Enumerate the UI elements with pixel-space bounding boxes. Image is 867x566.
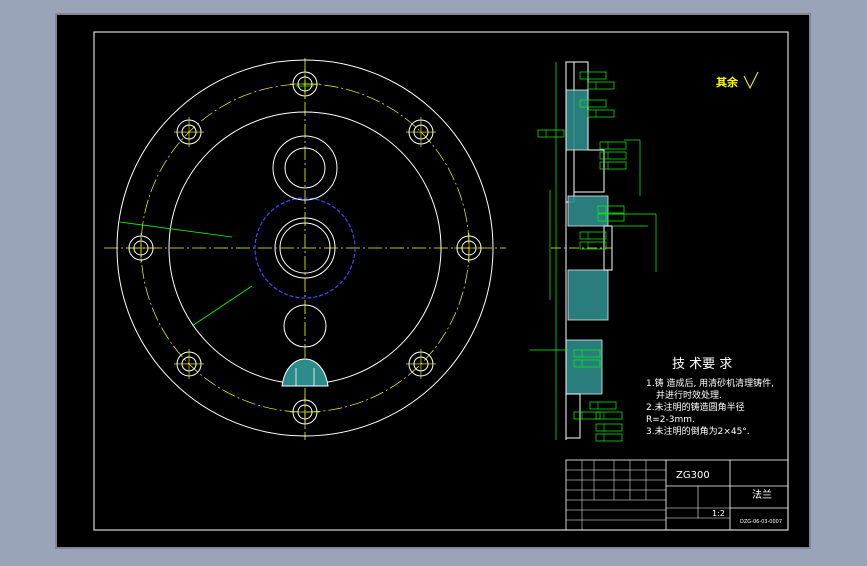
tech-req-line: 1.铸 造成后, 用清砂机清理铸件, <box>646 377 774 389</box>
tech-req-title: 技 术要 求 <box>672 357 732 372</box>
scale-value: 1:2 <box>712 509 725 518</box>
section-hatch <box>565 89 589 151</box>
tech-req-line: R=2-3mm. <box>646 415 695 425</box>
drawing-sheet <box>55 13 811 549</box>
part-name: 法兰 <box>752 488 772 501</box>
material-label: ZG300 <box>676 470 710 481</box>
drawing-number: DZG-06-03-0007 <box>740 519 782 525</box>
tech-req-line: 并进行时效处理. <box>656 389 722 401</box>
section-hatch <box>567 195 609 227</box>
drawing-canvas: 其余 技 术要 求 1.铸 造成后, 用清砂机清理铸件,并进行时效处理.2.未注… <box>55 13 811 549</box>
tech-req-line: 2.未注明的铸造圆角半径 <box>646 401 745 413</box>
section-hatch <box>567 269 609 321</box>
tech-req-line: 3.未注明的倒角为2×45°. <box>646 425 750 437</box>
cad-window: 其余 技 术要 求 1.铸 造成后, 用清砂机清理铸件, 并进行时效处理. 2.未注… <box>0 0 867 562</box>
roughness-note: 其余 <box>716 75 739 89</box>
